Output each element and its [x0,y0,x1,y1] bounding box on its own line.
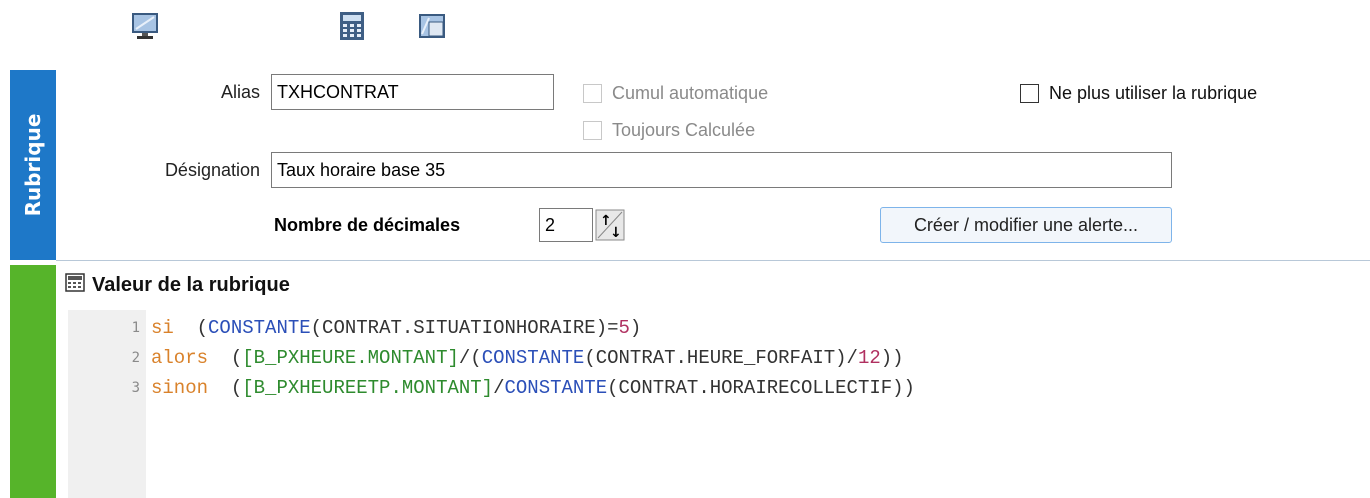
code-token: (CONTRAT.HEURE_FORFAIT)/ [584,347,858,369]
designation-input[interactable] [271,152,1172,188]
decimales-spinner-icon[interactable]: ↑ ↓ [595,209,625,241]
line-number: 1 [131,320,140,336]
code-line[interactable]: alors ([B_PXHEURE.MONTANT]/(CONSTANTE(CO… [151,347,904,369]
window-icon[interactable] [417,10,447,42]
cumul-automatique-label: Cumul automatique [612,83,769,103]
alert-button[interactable]: Créer / modifier une alerte... [880,207,1172,243]
code-line[interactable]: si (CONSTANTE(CONTRAT.SITUATIONHORAIRE)=… [151,317,641,339]
line-number: 3 [131,380,140,396]
calculator-icon[interactable] [337,10,367,42]
code-line[interactable]: sinon ([B_PXHEUREETP.MONTANT]/CONSTANTE(… [151,377,915,399]
code-gutter [68,310,146,498]
section-divider [56,260,1370,261]
code-token: si [151,317,174,339]
code-token: (CONTRAT.SITUATIONHORAIRE)= [310,317,619,339]
code-token: [B_PXHEUREETP.MONTANT] [242,377,494,399]
code-token: CONSTANTE [504,377,608,399]
valeur-title: Valeur de la rubrique [92,274,290,296]
svg-text:↓: ↓ [610,225,622,241]
line-number: 2 [131,350,140,366]
valeur-section-tab [10,265,56,498]
designation-label: Désignation [164,160,260,180]
rubrique-section-label: Rubrique [21,113,45,217]
code-token: CONSTANTE [208,317,311,339]
code-token: 5 [618,317,630,339]
code-token: ( [208,377,243,399]
alias-input[interactable] [271,74,554,110]
ne-plus-utiliser-label: Ne plus utiliser la rubrique [1049,83,1258,103]
alias-label: Alias [220,82,260,102]
code-token: 12 [857,347,881,369]
code-token: ( [173,317,209,339]
monitor-icon[interactable] [130,10,160,42]
toujours-calculee-label: Toujours Calculée [612,120,756,140]
ne-plus-utiliser-checkbox[interactable] [1020,84,1039,103]
code-token: ( [208,347,243,369]
code-token: (CONTRAT.HORAIRECOLLECTIF)) [607,377,915,399]
code-token: /( [458,347,482,369]
code-token: / [493,377,505,399]
cumul-automatique-checkbox[interactable] [583,84,602,103]
code-token: )) [880,347,904,369]
code-token: ) [629,317,642,339]
code-token: alors [151,347,209,369]
rubrique-section-tab: Rubrique [10,70,56,260]
decimales-input[interactable] [539,208,593,242]
code-token: sinon [151,377,209,399]
code-token: CONSTANTE [481,347,585,369]
formula-icon [64,272,88,294]
code-token: [B_PXHEURE.MONTANT] [242,347,459,369]
decimales-label: Nombre de décimales [274,215,461,235]
toujours-calculee-checkbox[interactable] [583,121,602,140]
